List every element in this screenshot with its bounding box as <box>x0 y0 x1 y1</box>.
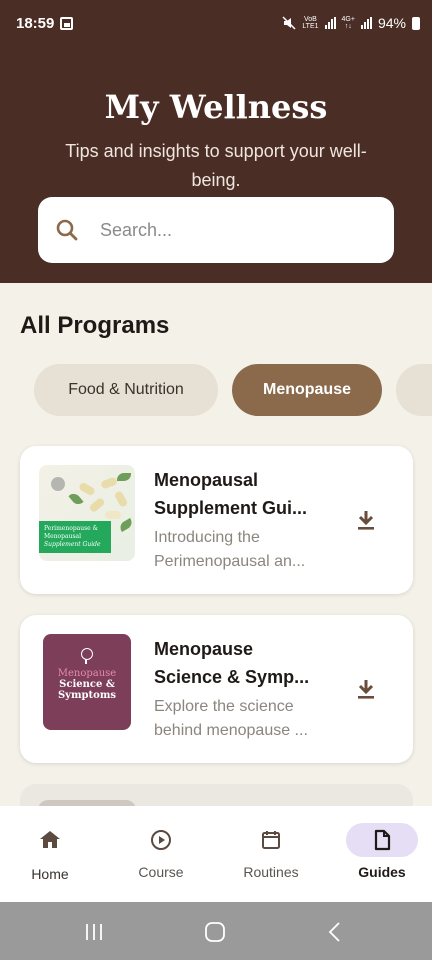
section-title: All Programs <box>20 312 170 339</box>
status-time: 18:59 <box>16 15 55 32</box>
program-thumbnail: Perimenopause & Menopausal Supplement Gu… <box>39 465 135 561</box>
nav-course[interactable]: Course <box>111 806 211 902</box>
home-icon <box>40 831 60 848</box>
search-bar[interactable] <box>38 197 394 263</box>
volte-indicator: VoB LTE1 <box>302 16 319 30</box>
chip-food-nutrition[interactable]: Food & Nutrition <box>34 364 218 416</box>
signal-icon-2 <box>360 17 372 29</box>
thumbnail-label: Perimenopause & Menopausal Supplement Gu… <box>39 521 111 553</box>
program-card[interactable]: Menopause Science & Symptoms Menopause S… <box>20 615 413 763</box>
battery-percent: 94% <box>377 15 406 31</box>
female-symbol-icon <box>81 648 93 664</box>
status-icons: VoB LTE1 4G+ ↑↓ 94% <box>282 15 420 31</box>
search-input[interactable] <box>100 214 370 246</box>
nav-label: Course <box>138 864 184 880</box>
nav-guides[interactable]: Guides <box>332 806 432 902</box>
nav-home[interactable]: Home <box>0 806 100 902</box>
header: 18:59 VoB LTE1 4G+ ↑↓ 94% My Wellness Ti… <box>0 0 432 283</box>
page-title: My Wellness <box>104 88 328 126</box>
nav-label: Guides <box>358 864 406 880</box>
download-icon[interactable] <box>354 677 378 701</box>
gallery-notification-icon <box>60 17 73 30</box>
program-title: Menopause Science & Symp... <box>154 639 310 687</box>
thumbnail-label: Menopause Science & Symptoms <box>57 668 117 701</box>
nav-routines[interactable]: Routines <box>221 806 321 902</box>
play-circle-icon <box>151 830 171 850</box>
program-thumbnail: Menopause Science & Symptoms <box>43 634 131 730</box>
chip-next[interactable] <box>396 364 432 416</box>
chip-menopause[interactable]: Menopause <box>232 364 382 416</box>
status-bar: 18:59 VoB LTE1 4G+ ↑↓ 94% <box>0 0 432 50</box>
page-subtitle: Tips and insights to support your well-b… <box>65 141 367 190</box>
program-title: Menopausal Supplement Gui... <box>154 470 308 518</box>
signal-icon <box>324 17 336 29</box>
battery-icon <box>412 16 420 30</box>
back-icon[interactable] <box>324 921 348 943</box>
program-card[interactable]: Perimenopause & Menopausal Supplement Gu… <box>20 446 413 594</box>
program-description: Introducing the Perimenopausal an... <box>154 529 306 570</box>
search-icon <box>56 219 78 241</box>
bottom-navigation: Home Course Routines Guides <box>0 806 432 902</box>
calendar-icon <box>262 831 280 849</box>
nav-label: Routines <box>243 864 299 880</box>
recent-apps-icon[interactable] <box>82 921 106 943</box>
category-chips: Food & Nutrition Menopause <box>0 364 432 416</box>
mute-icon <box>282 16 296 30</box>
network-type: 4G+ ↑↓ <box>341 16 355 30</box>
home-button-icon[interactable] <box>203 921 227 943</box>
program-description: Explore the science behind menopause ... <box>154 698 308 739</box>
document-icon <box>374 829 391 851</box>
nav-label: Home <box>31 866 69 882</box>
system-navigation-bar <box>0 902 432 960</box>
download-icon[interactable] <box>354 508 378 532</box>
